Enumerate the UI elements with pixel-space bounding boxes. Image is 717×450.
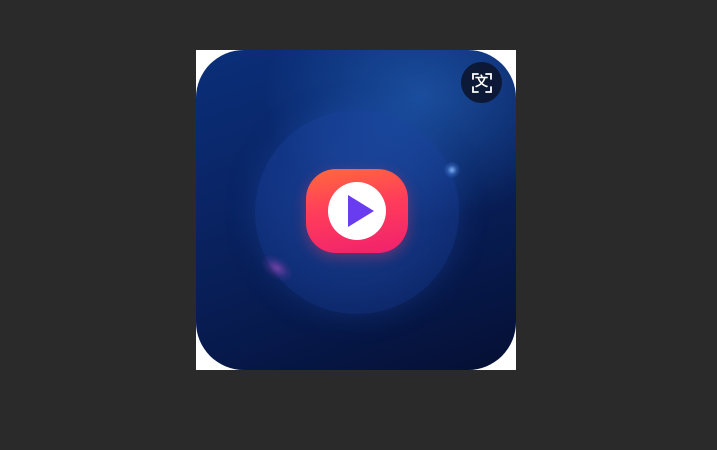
translate-icon: 文 — [474, 75, 488, 90]
play-circle — [328, 182, 386, 240]
sparkle-light — [444, 162, 460, 178]
play-badge — [306, 169, 408, 253]
translate-image-button[interactable]: 文 — [461, 62, 502, 103]
play-icon — [348, 195, 374, 227]
image-viewer: 文 — [0, 0, 717, 450]
